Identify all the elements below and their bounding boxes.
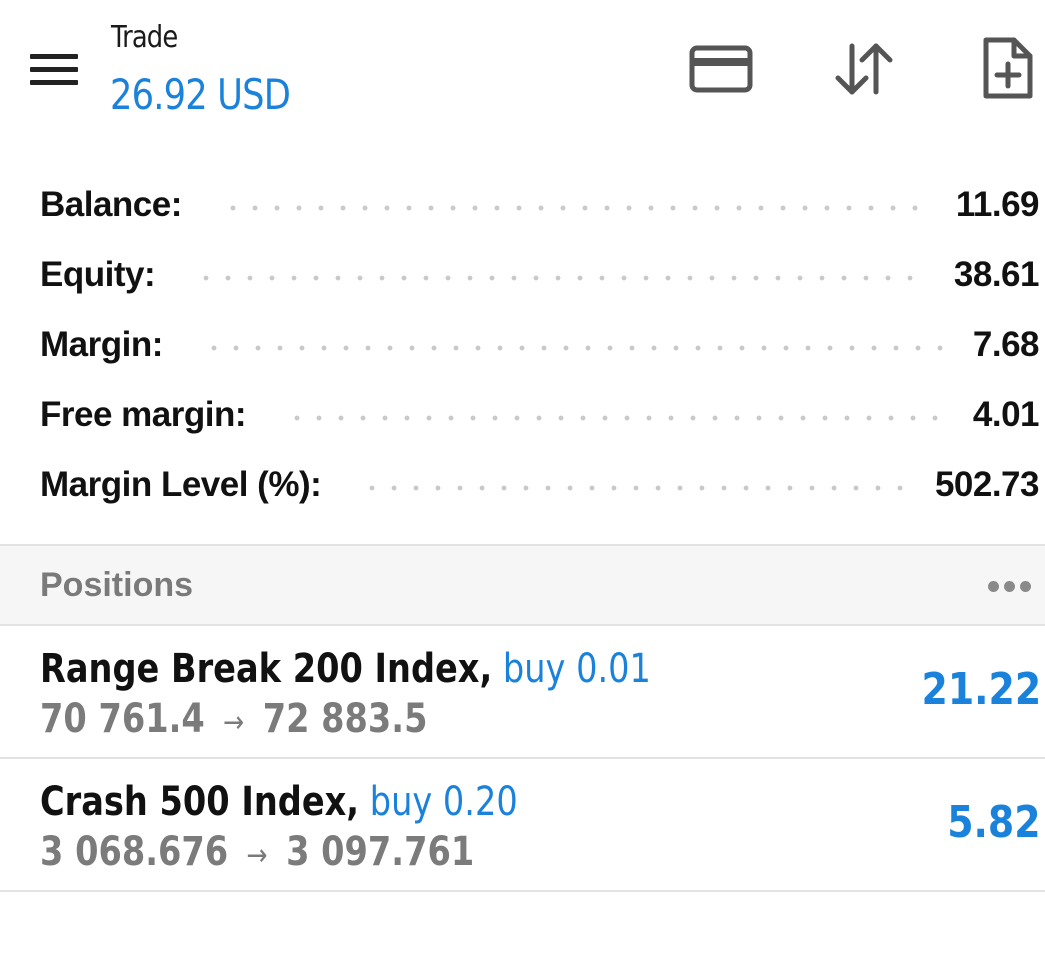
open-price: 3 068.676 xyxy=(40,829,229,875)
account-profit-total: 26.92 USD xyxy=(110,70,291,119)
position-type: buy 0.20 xyxy=(369,779,518,825)
summary-value: 11.69 xyxy=(955,185,1040,224)
arrow-right-icon: → xyxy=(223,705,245,740)
summary-label: Equity: xyxy=(40,255,156,294)
section-title: Positions xyxy=(40,566,194,604)
account-summary: Balance: 11.69 Equity: 38.61 Margin: 7.6… xyxy=(0,170,1045,520)
position-profit: 21.22 xyxy=(921,664,1041,715)
position-row[interactable]: Crash 500 Index, buy 0.20 3 068.676 → 3 … xyxy=(0,759,1045,892)
position-prices: 70 761.4 → 72 883.5 xyxy=(40,696,427,742)
summary-label: Free margin: xyxy=(40,395,247,434)
current-price: 72 883.5 xyxy=(262,696,428,742)
summary-value: 38.61 xyxy=(953,255,1040,294)
summary-row-margin: Margin: 7.68 xyxy=(0,310,1045,380)
position-type: buy 0.01 xyxy=(502,646,651,692)
dot-leader xyxy=(202,345,945,351)
page-title: Trade xyxy=(111,20,178,55)
new-order-icon[interactable] xyxy=(978,36,1038,102)
summary-row-balance: Balance: 11.69 xyxy=(0,170,1045,240)
top-bar: Trade 26.92 USD xyxy=(0,0,1045,150)
position-row[interactable]: Range Break 200 Index, buy 0.01 70 761.4… xyxy=(0,626,1045,759)
positions-section-header: Positions xyxy=(0,544,1045,626)
sort-icon[interactable] xyxy=(830,40,900,100)
dot-leader xyxy=(221,205,928,211)
summary-value: 4.01 xyxy=(972,395,1040,434)
dot-leader xyxy=(361,485,907,491)
position-header: Range Break 200 Index, buy 0.01 xyxy=(40,646,651,692)
position-symbol: Crash 500 Index, xyxy=(40,779,360,825)
dot-leader xyxy=(286,415,945,421)
arrow-right-icon: → xyxy=(246,838,268,873)
more-horizontal-icon[interactable] xyxy=(985,574,1035,598)
menu-icon[interactable] xyxy=(26,48,82,92)
summary-label: Margin: xyxy=(40,325,163,364)
current-price: 3 097.761 xyxy=(286,829,475,875)
dot-leader xyxy=(195,275,926,281)
position-profit: 5.82 xyxy=(947,797,1041,848)
credit-card-icon[interactable] xyxy=(688,44,754,94)
summary-row-equity: Equity: 38.61 xyxy=(0,240,1045,310)
summary-label: Balance: xyxy=(40,185,182,224)
summary-value: 7.68 xyxy=(972,325,1040,364)
positions-list: Range Break 200 Index, buy 0.01 70 761.4… xyxy=(0,626,1045,892)
position-symbol: Range Break 200 Index, xyxy=(40,646,493,692)
position-prices: 3 068.676 → 3 097.761 xyxy=(40,829,474,875)
summary-row-margin-level: Margin Level (%): 502.73 xyxy=(0,450,1045,520)
summary-row-free-margin: Free margin: 4.01 xyxy=(0,380,1045,450)
open-price: 70 761.4 xyxy=(40,696,205,742)
summary-label: Margin Level (%): xyxy=(40,465,322,504)
summary-value: 502.73 xyxy=(934,465,1040,504)
position-header: Crash 500 Index, buy 0.20 xyxy=(40,779,518,825)
